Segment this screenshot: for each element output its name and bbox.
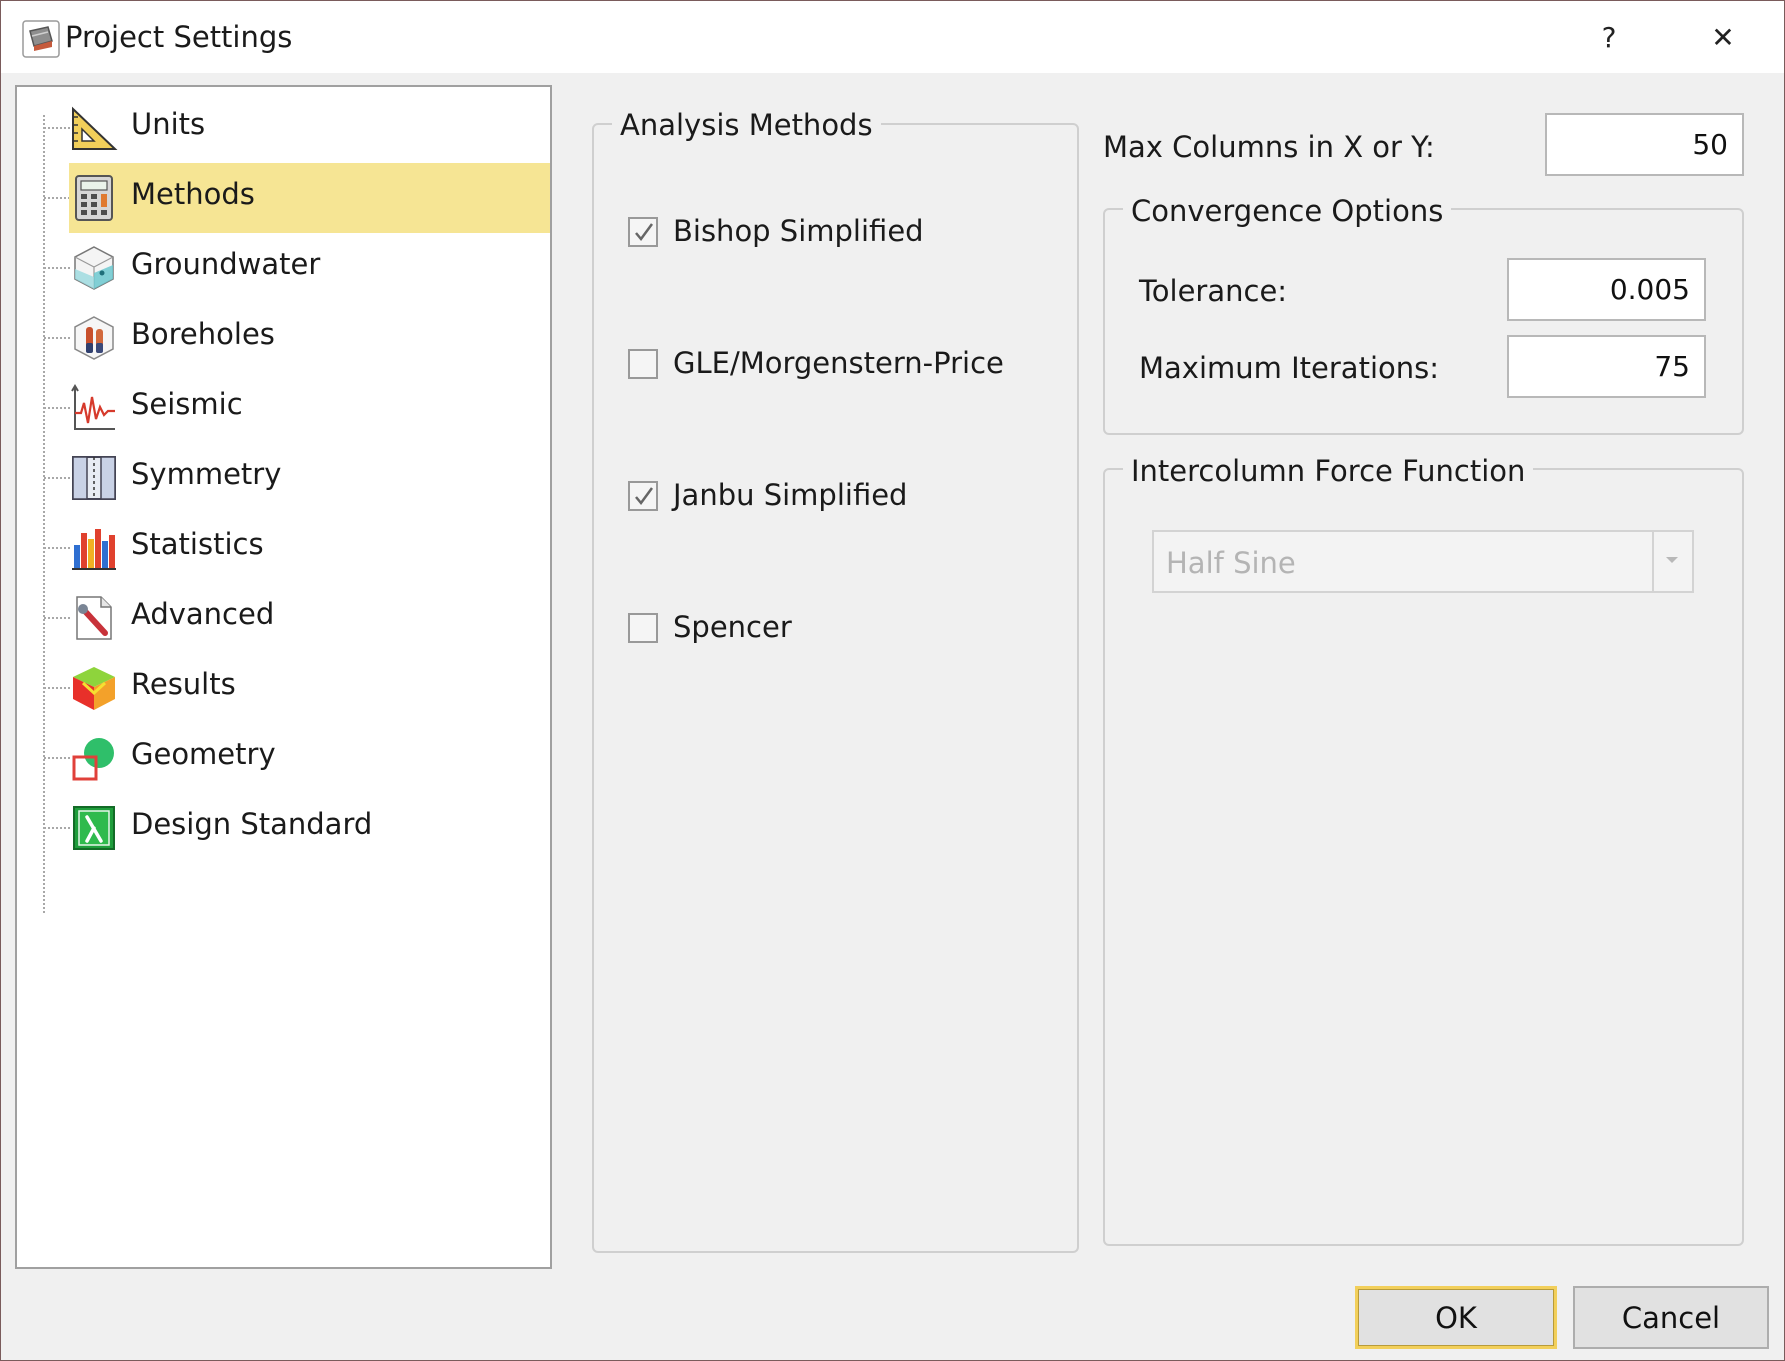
project-settings-dialog: Project Settings ? ✕ Units Methods Groun… [0, 0, 1785, 1361]
tree-item-label: Boreholes [131, 317, 275, 351]
tree-item-label: Units [131, 107, 206, 141]
tree-item-boreholes[interactable]: Boreholes [17, 303, 550, 373]
seismic-icon [71, 384, 115, 430]
tree-branch [44, 267, 70, 269]
tree-branch [44, 477, 70, 479]
checkbox-box[interactable] [628, 481, 658, 511]
tree-branch [44, 757, 70, 759]
check-icon [635, 487, 654, 506]
analysis-methods-group [592, 123, 1079, 1253]
help-button[interactable]: ? [1552, 1, 1666, 73]
app-icon [22, 20, 60, 58]
statistics-bars-icon [72, 529, 116, 570]
tree-branch [44, 407, 70, 409]
lambda-icon [73, 806, 115, 850]
tree-item-label: Results [131, 667, 236, 701]
geometry-shapes-icon [72, 738, 114, 781]
checkbox-box[interactable] [628, 613, 658, 643]
window-title: Project Settings [65, 20, 293, 54]
convergence-options-group [1103, 208, 1744, 435]
max-iterations-label: Maximum Iterations: [1139, 351, 1439, 385]
tree-item-results[interactable]: Results [17, 653, 550, 723]
convergence-options-title: Convergence Options [1123, 194, 1452, 228]
max-columns-label: Max Columns in X or Y: [1103, 130, 1435, 164]
checkbox-label: Bishop Simplified [673, 214, 924, 248]
ok-button[interactable]: OK [1355, 1286, 1557, 1349]
chevron-down-icon [1666, 557, 1678, 563]
max-iterations-input[interactable] [1507, 335, 1706, 398]
symmetry-icon [72, 456, 116, 500]
tree-item-design-standard[interactable]: Design Standard [17, 793, 550, 863]
tree-item-symmetry[interactable]: Symmetry [17, 443, 550, 513]
calculator-icon [75, 175, 113, 221]
max-columns-input[interactable] [1545, 113, 1744, 176]
analysis-methods-title: Analysis Methods [612, 108, 881, 142]
tree-branch [44, 687, 70, 689]
tree-branch [44, 127, 70, 129]
tolerance-label: Tolerance: [1139, 274, 1288, 308]
select-value: Half Sine [1166, 546, 1296, 580]
close-icon: ✕ [1711, 20, 1735, 54]
intercolumn-force-select[interactable]: Half Sine [1152, 530, 1694, 593]
groundwater-cube-icon [74, 246, 114, 290]
results-cube-icon [73, 667, 115, 710]
tree-item-groundwater[interactable]: Groundwater [17, 233, 550, 303]
tree-item-advanced[interactable]: Advanced [17, 583, 550, 653]
tree-item-units[interactable]: Units [17, 93, 550, 163]
tree-branch [44, 827, 70, 829]
tree-branch [44, 617, 70, 619]
close-button[interactable]: ✕ [1666, 1, 1780, 73]
checkbox-label: Janbu Simplified [673, 478, 908, 512]
checkbox-label: GLE/Morgenstern-Price [673, 346, 1004, 380]
cancel-button[interactable]: Cancel [1573, 1286, 1769, 1349]
tree-item-label: Statistics [131, 527, 264, 561]
tree-item-label: Geometry [131, 737, 276, 771]
set-square-icon [72, 106, 118, 150]
tree-item-label: Advanced [131, 597, 275, 631]
tree-item-methods[interactable]: Methods [17, 163, 550, 233]
tree-item-label: Design Standard [131, 807, 373, 841]
tree-item-label: Seismic [131, 387, 243, 421]
advanced-wrench-icon [76, 596, 112, 640]
tree-item-label: Methods [131, 177, 255, 211]
tree-branch [44, 337, 70, 339]
help-icon: ? [1601, 20, 1617, 54]
check-icon [635, 223, 654, 242]
intercolumn-force-title: Intercolumn Force Function [1123, 454, 1534, 488]
settings-tree[interactable]: Units Methods Groundwater Boreholes Seis… [15, 85, 552, 1269]
tolerance-input[interactable] [1507, 258, 1706, 321]
checkbox-box[interactable] [628, 349, 658, 379]
tree-item-geometry[interactable]: Geometry [17, 723, 550, 793]
borehole-icon [74, 316, 114, 360]
checkbox-label: Spencer [673, 610, 792, 644]
dropdown-button[interactable] [1652, 532, 1692, 591]
tree-item-label: Symmetry [131, 457, 282, 491]
tree-branch [44, 197, 70, 199]
checkbox-box[interactable] [628, 217, 658, 247]
tree-item-seismic[interactable]: Seismic [17, 373, 550, 443]
tree-branch [44, 547, 70, 549]
tree-item-statistics[interactable]: Statistics [17, 513, 550, 583]
title-bar: Project Settings ? ✕ [1, 1, 1784, 73]
tree-item-label: Groundwater [131, 247, 321, 281]
